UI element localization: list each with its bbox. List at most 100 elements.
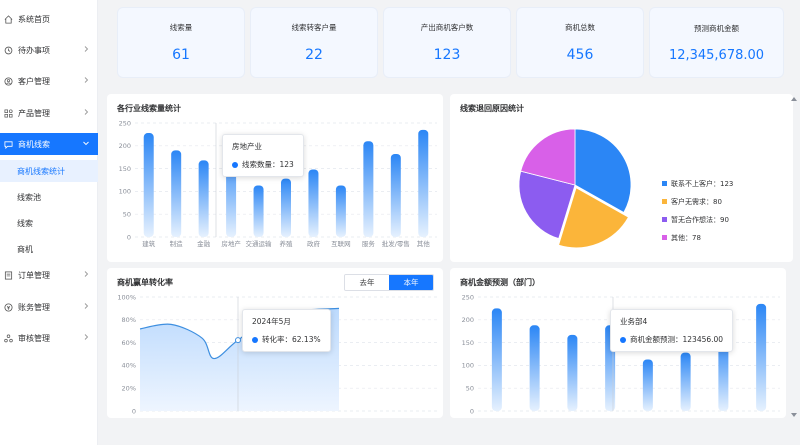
sidebar-item-label: 订单管理 [18,270,50,280]
sidebar-item-todo[interactable]: 待办事项 [0,39,98,61]
sidebar-item-home[interactable]: 系统首页 [0,8,98,30]
stat-label: 预测商机金额 [694,23,739,33]
industry-tooltip: 房地产业 线索数量： 123 [222,134,304,177]
sidebar-item-label: 账务管理 [18,302,50,312]
sidebar-item-audit[interactable]: 审核管理 [0,327,98,349]
bar[interactable] [756,303,767,411]
sidebar-item-finance[interactable]: 账务管理 [0,296,98,318]
scroll-down-icon[interactable] [791,412,797,418]
scroll-up-icon[interactable] [791,96,797,102]
x-tick-label: 政府 [307,239,321,248]
stat-value: 61 [172,47,190,63]
y-tick-label: 150 [462,339,474,347]
sidebar-item-product[interactable]: 产品管理 [0,102,98,124]
y-tick-label: 80% [122,316,136,324]
legend-label: 其他：78 [671,233,701,242]
chevron-right-icon [82,270,90,278]
bar[interactable] [171,150,182,237]
sidebar-item-order[interactable]: 订单管理 [0,264,98,286]
legend-swatch [662,199,667,204]
sidebar-item-customer[interactable]: 客户管理 [0,70,98,92]
legend-label: 联系不上客户：123 [671,179,733,188]
chevron-right-icon [82,108,90,116]
legend-swatch [662,235,667,240]
stat-value: 456 [566,47,594,63]
stat-value: 123 [433,47,461,63]
tooltip-value: 123 [279,160,294,169]
y-tick-label: 200 [119,142,131,150]
stat-value: 12,345,678.00 [668,47,765,63]
bar[interactable] [253,185,264,237]
sidebar-item-label: 客户管理 [18,76,50,86]
tooltip-colon: ： [675,335,683,344]
x-tick-label: 其他 [417,239,431,248]
stat-card: 预测商机金额 12,345,678.00 [649,7,784,78]
bar[interactable] [335,185,346,237]
bar[interactable] [680,352,691,411]
y-tick-label: 50 [466,385,474,393]
y-tick-label: 50 [123,211,131,219]
bar[interactable] [642,359,653,411]
customer-icon [4,76,13,86]
sidebar-subitem[interactable]: 商机 [0,238,98,260]
tooltip-value: 62.13% [292,335,321,344]
bar[interactable] [491,308,502,411]
sidebar-subitem[interactable]: 商机线索统计 [0,160,98,182]
x-tick-label: 养殖 [280,239,294,248]
stat-card: 商机总数 456 [516,7,644,78]
bar[interactable] [308,169,319,237]
y-tick-label: 20% [122,385,136,393]
x-tick-label: 互联网 [331,239,351,248]
bar[interactable] [143,133,154,237]
y-tick-label: 250 [119,119,131,127]
bar[interactable] [363,141,374,237]
legend-label: 暂无合作想法：90 [671,215,729,224]
bar[interactable] [529,325,540,411]
bar[interactable] [390,154,401,237]
tooltip-series: 商机金额预测 [630,335,675,344]
x-tick-label: 批发/零售 [382,239,410,248]
bar[interactable] [567,334,578,411]
sidebar-item-opportunity[interactable]: 商机线索 [0,133,98,155]
stat-card: 线索量 61 [117,7,245,78]
y-tick-label: 250 [462,293,474,301]
industry-leads-panel: 各行业线索量统计 0 50 100 150 200 250 建筑 制造 金融 房地产 交通运输 养殖政… [107,94,443,262]
sidebar-item-label: 待办事项 [18,45,50,55]
x-tick-label: 交通运输 [246,239,273,248]
sidebar-subitem[interactable]: 线索 [0,212,98,234]
chevron-right-icon [82,302,90,310]
lead-return-reason-panel: 线索退回原因统计 联系不上客户：123 客户无需求：80 暂无合作想法：90 其他：7… [450,94,793,262]
tooltip-series: 转化率 [262,335,285,344]
sidebar: 系统首页 待办事项 客户管理 产品管理 商机线索 订单管理 账务管理 审核管理 商机线索统计 线索… [0,0,98,445]
legend-swatch [662,217,667,222]
tooltip-title: 房地产业 [232,142,262,151]
industry-leads-chart: 0 50 100 150 200 250 建筑 制造 金融 房地产 交通运输 养殖 政府 互联网 服务 批发/… [119,119,437,248]
chevron-right-icon [82,76,90,84]
chevron-right-icon [82,45,90,53]
forecast-tooltip: 业务部4 商机金额预测： 123456.00 [610,309,734,352]
stat-value: 22 [305,47,323,63]
todo-icon [4,46,13,55]
stat-card: 产出商机客户数 123 [383,7,511,78]
product-icon [4,108,13,118]
legend-swatch [662,181,667,186]
conversion-tooltip: 2024年5月 转化率： 62.13% [242,309,331,352]
x-tick-label: 制造 [170,239,184,248]
series-dot-icon [232,161,238,168]
series-dot-icon [252,336,258,343]
stat-card: 线索转客户量 22 [250,7,378,78]
x-tick-label: 金融 [197,239,211,248]
y-tick-label: 100 [462,362,474,370]
chevron-right-icon [82,333,90,341]
stat-label: 产出商机客户数 [420,23,474,32]
finance-icon [4,302,13,312]
home-icon [4,14,13,24]
order-icon [4,270,13,280]
y-tick-label: 60% [122,339,136,347]
bar[interactable] [198,160,209,237]
bar[interactable] [418,129,429,237]
x-tick-label: 建筑 [142,239,156,248]
bar[interactable] [281,178,291,237]
sidebar-subitem[interactable]: 线索池 [0,186,98,208]
data-point[interactable] [235,337,241,344]
